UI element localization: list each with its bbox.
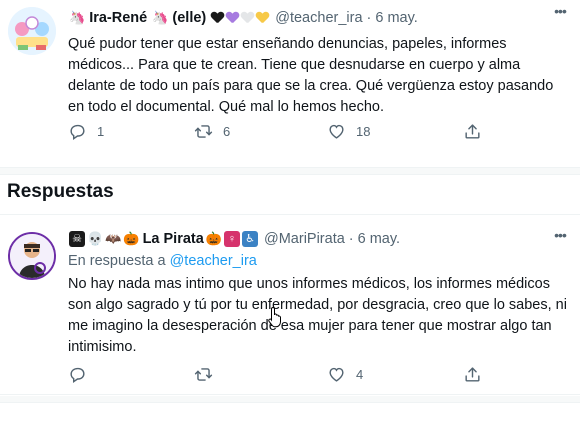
share-icon: [465, 123, 480, 139]
timestamp[interactable]: 6 may.: [358, 231, 400, 247]
reply-header: ☠ 💀 🦇 🎃 La Pirata 🎃 ♀ ♿ @MariPirata · 6 …: [68, 229, 400, 249]
white-heart-icon: [241, 12, 254, 24]
unicorn-icon: 🦄: [152, 10, 169, 25]
retweet-count: 6: [223, 123, 231, 139]
reply-prefix: En respuesta a: [68, 253, 166, 269]
skull-icon: 💀: [87, 231, 104, 246]
section-divider: [0, 396, 580, 403]
reply-to-link[interactable]: @teacher_ira: [170, 253, 257, 269]
reply-text: No hay nada mas intimo que unos informes…: [68, 276, 567, 355]
reply-button[interactable]: 1: [68, 119, 104, 143]
like-count: 18: [356, 123, 371, 139]
female-sign-icon: ♀: [224, 231, 240, 247]
display-name[interactable]: Ira-René: [89, 10, 147, 26]
tweet-actions: 1 6 18: [60, 119, 500, 143]
more-icon[interactable]: •••: [550, 228, 570, 248]
retweet-icon: [194, 124, 213, 138]
tweet-header: 🦄 Ira-René 🦄 (elle) @teacher_ira · 6 may…: [68, 8, 418, 28]
reply-count: 1: [97, 123, 105, 139]
tweet-main[interactable]: 🦄 Ira-René 🦄 (elle) @teacher_ira · 6 may…: [0, 0, 580, 168]
like-button[interactable]: 4: [327, 362, 363, 386]
reply-tweet[interactable]: ☠ 💀 🦇 🎃 La Pirata 🎃 ♀ ♿ @MariPirata · 6 …: [0, 215, 580, 395]
pumpkin-icon: 🎃: [205, 231, 222, 246]
section-divider: [0, 168, 580, 175]
share-icon: [465, 366, 480, 382]
reply-icon: [70, 367, 85, 383]
reply-actions: 4: [60, 362, 500, 386]
purple-heart-icon: [226, 12, 239, 24]
separator-dot: ·: [366, 10, 372, 26]
reply-button[interactable]: [68, 362, 97, 386]
hand-cursor-icon: [268, 306, 281, 328]
avatar[interactable]: [8, 7, 56, 55]
wheelchair-icon: ♿: [242, 231, 258, 247]
retweet-button[interactable]: [194, 362, 223, 386]
reply-context: En respuesta a @teacher_ira: [68, 253, 257, 269]
pirate-flag-icon: ☠: [69, 231, 85, 247]
avatar[interactable]: [8, 232, 56, 280]
share-button[interactable]: [463, 362, 492, 386]
bat-icon: 🦇: [105, 231, 122, 246]
like-count: 4: [356, 366, 364, 382]
unicorn-icon: 🦄: [69, 10, 86, 25]
display-name-suffix[interactable]: (elle): [172, 10, 206, 26]
reply-icon: [70, 124, 85, 140]
yellow-heart-icon: [256, 12, 269, 24]
tweet-text: Qué pudor tener que estar enseñando denu…: [68, 36, 554, 115]
replies-heading: Respuestas: [7, 181, 114, 202]
feed-continuation: [0, 404, 580, 422]
heart-icon: [329, 367, 344, 382]
pumpkin-icon: 🎃: [123, 231, 140, 246]
like-button[interactable]: 18: [327, 119, 370, 143]
user-handle[interactable]: @MariPirata: [264, 231, 345, 247]
retweet-button[interactable]: 6: [194, 119, 230, 143]
timestamp[interactable]: 6 may.: [375, 10, 417, 26]
separator-dot: ·: [348, 231, 354, 247]
user-handle[interactable]: @teacher_ira: [275, 10, 362, 26]
share-button[interactable]: [463, 119, 492, 143]
retweet-icon: [194, 367, 213, 381]
display-name[interactable]: La Pirata: [143, 231, 204, 247]
more-icon[interactable]: •••: [550, 4, 570, 24]
black-heart-icon: [211, 12, 224, 24]
heart-icon: [329, 124, 344, 139]
